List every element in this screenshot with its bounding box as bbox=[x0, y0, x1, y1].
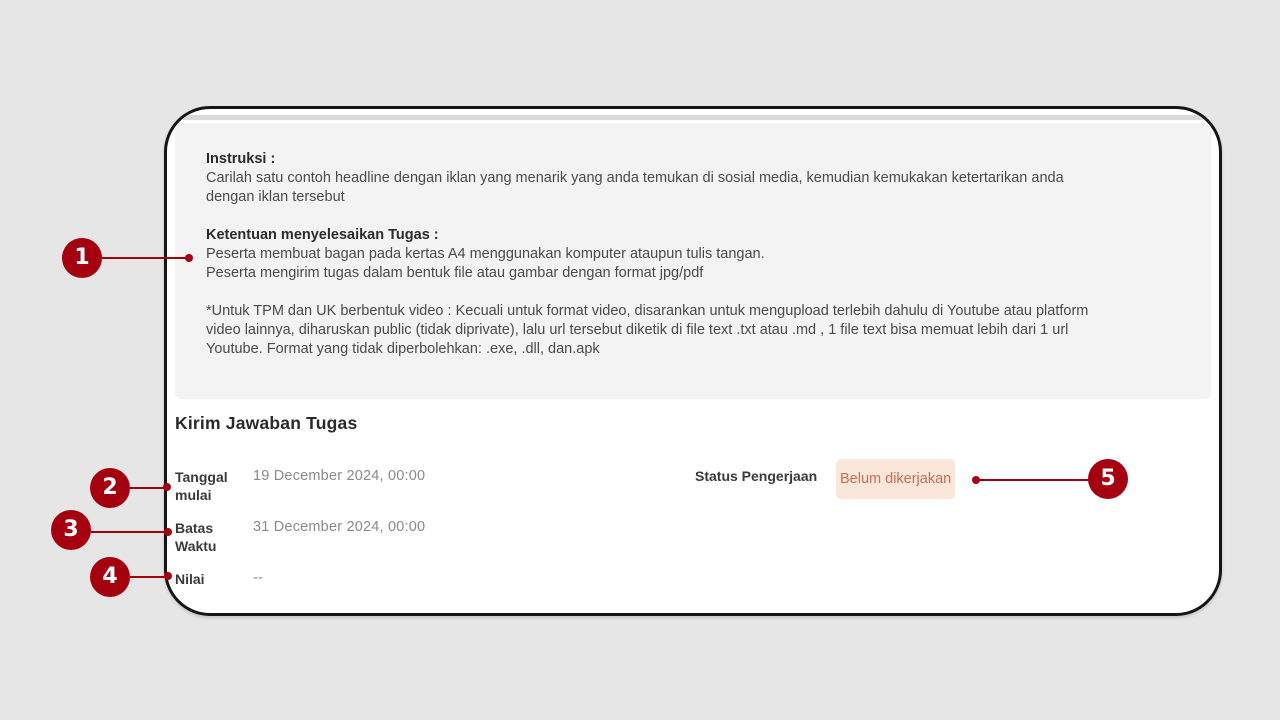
start-date-value: 19 December 2024, 00:00 bbox=[253, 468, 426, 484]
instruction-content: Instruksi : Carilah satu contoh headline… bbox=[206, 150, 1171, 359]
start-date-label-line-1: Tanggal bbox=[175, 469, 228, 485]
start-date-label: Tanggal mulai bbox=[175, 468, 245, 504]
callout-3-line bbox=[91, 531, 167, 533]
rule-line-1: Peserta membuat bagan pada kertas A4 men… bbox=[206, 246, 765, 262]
instruction-heading: Instruksi : bbox=[206, 151, 276, 167]
score-value: -- bbox=[253, 570, 264, 586]
callout-5-line bbox=[976, 479, 1090, 481]
rules-heading: Ketentuan menyelesaikan Tugas : bbox=[206, 227, 439, 243]
callout-4-dot bbox=[164, 572, 172, 580]
callout-2-dot bbox=[163, 483, 171, 491]
top-divider bbox=[167, 115, 1219, 120]
status-badge: Belum dikerjakan bbox=[836, 459, 956, 499]
deadline-label-line-2: Waktu bbox=[175, 538, 217, 554]
note-line-3: Youtube. Format yang tidak diperbolehkan… bbox=[206, 341, 600, 357]
instruction-line-1: Carilah satu contoh headline dengan ikla… bbox=[206, 170, 1064, 186]
callout-2-marker: 2 bbox=[90, 468, 130, 508]
callout-1-line bbox=[102, 257, 188, 259]
deadline-label: Batas Waktu bbox=[175, 519, 245, 555]
callout-4-line bbox=[130, 576, 167, 578]
start-date-label-line-2: mulai bbox=[175, 487, 212, 503]
callout-3-marker: 3 bbox=[51, 510, 91, 550]
callout-5-marker: 5 bbox=[1088, 459, 1128, 499]
callout-1-marker: 1 bbox=[62, 238, 102, 278]
callout-4-marker: 4 bbox=[90, 557, 130, 597]
instruction-panel: Instruksi : Carilah satu contoh headline… bbox=[175, 123, 1211, 399]
submission-title: Kirim Jawaban Tugas bbox=[175, 413, 358, 433]
callout-1-dot bbox=[185, 254, 193, 262]
rule-line-2: Peserta mengirim tugas dalam bentuk file… bbox=[206, 265, 704, 281]
note-line-2: video lainnya, diharuskan public (tidak … bbox=[206, 322, 1069, 338]
status-label: Status Pengerjaan bbox=[695, 468, 818, 484]
instruction-line-2: dengan iklan tersebut bbox=[206, 189, 345, 205]
deadline-value: 31 December 2024, 00:00 bbox=[253, 519, 426, 535]
note-line-1: *Untuk TPM dan UK berbentuk video : Kecu… bbox=[206, 303, 1089, 319]
score-label: Nilai bbox=[175, 571, 205, 587]
deadline-label-line-1: Batas bbox=[175, 520, 214, 536]
callout-2-line bbox=[130, 487, 166, 489]
device-frame: Instruksi : Carilah satu contoh headline… bbox=[164, 106, 1222, 616]
callout-3-dot bbox=[164, 528, 172, 536]
